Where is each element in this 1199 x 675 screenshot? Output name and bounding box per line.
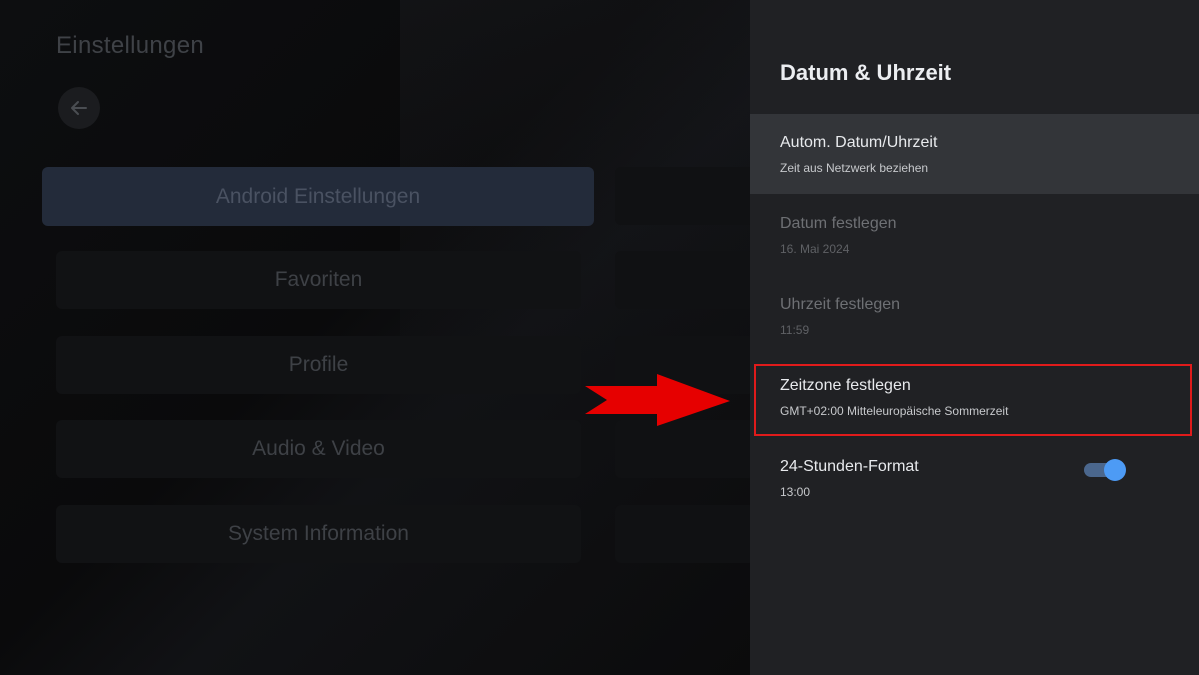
row-title: Autom. Datum/Uhrzeit xyxy=(780,134,938,151)
back-button[interactable] xyxy=(58,87,100,129)
page-title: Einstellungen xyxy=(56,32,205,59)
background-card xyxy=(615,505,750,563)
menu-item-profiles[interactable]: Profile xyxy=(56,336,581,394)
timezone-highlight-box xyxy=(754,364,1192,436)
menu-item-android-settings[interactable]: Android Einstellungen xyxy=(42,167,594,226)
date-time-panel: Datum & Uhrzeit Autom. Datum/Uhrzeit Zei… xyxy=(750,0,1199,675)
24-hour-toggle[interactable] xyxy=(1084,459,1126,481)
red-arrow-icon xyxy=(585,374,730,426)
row-subtitle: 16. Mai 2024 xyxy=(780,242,850,256)
background-card xyxy=(615,167,750,225)
row-title: Datum festlegen xyxy=(780,215,897,232)
auto-date-time-row[interactable]: Autom. Datum/Uhrzeit Zeit aus Netzwerk b… xyxy=(750,114,1199,194)
arrow-left-icon xyxy=(71,101,87,115)
row-title: Uhrzeit festlegen xyxy=(780,296,901,313)
settings-background: Einstellungen Android Einstellungen Favo… xyxy=(0,0,750,675)
toggle-thumb xyxy=(1104,459,1126,481)
row-title: 24-Stunden-Format xyxy=(780,458,919,475)
set-time-row[interactable]: Uhrzeit festlegen 11:59 xyxy=(750,276,1199,356)
menu-item-system-information[interactable]: System Information xyxy=(56,505,581,563)
row-subtitle: 13:00 xyxy=(780,485,811,499)
set-date-row[interactable]: Datum festlegen 16. Mai 2024 xyxy=(750,195,1199,275)
menu-item-audio-video[interactable]: Audio & Video xyxy=(56,420,581,478)
row-subtitle: Zeit aus Netzwerk beziehen xyxy=(780,161,929,175)
row-subtitle: 11:59 xyxy=(780,323,810,337)
background-card xyxy=(615,251,750,309)
24-hour-format-row[interactable]: 24-Stunden-Format 13:00 xyxy=(750,438,1199,518)
panel-title: Datum & Uhrzeit xyxy=(780,60,952,85)
menu-item-favorites[interactable]: Favoriten xyxy=(56,251,581,309)
